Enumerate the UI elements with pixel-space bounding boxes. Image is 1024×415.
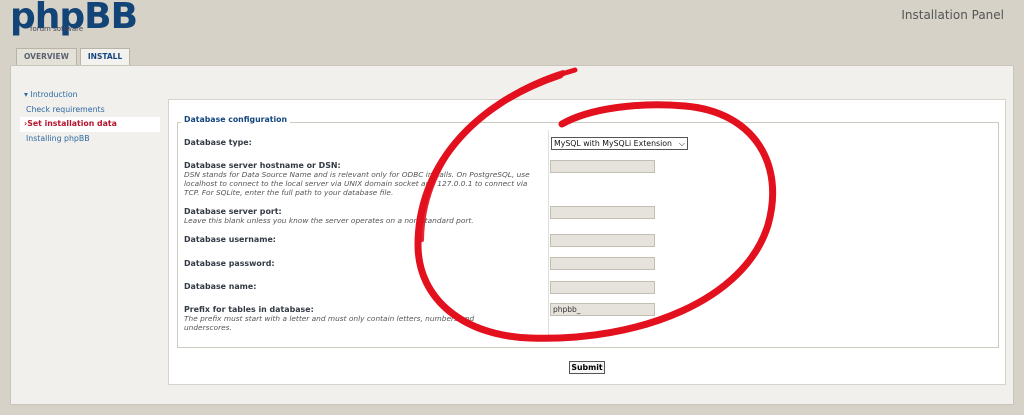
db-type-label: Database type: [184,138,252,147]
chevron-down-icon: ⌵ [678,139,685,148]
sidebar-item-check-requirements[interactable]: Check requirements [20,103,160,118]
prefix-input[interactable]: phpbb_ [550,303,655,316]
tab-install[interactable]: INSTALL [79,48,131,66]
sidebar-item-introduction[interactable]: ▾ Introduction [20,88,160,103]
sidebar-item-set-installation-data[interactable]: ›Set installation data [20,117,160,132]
prefix-label: Prefix for tables in database: [184,305,314,314]
prefix-description: The prefix must start with a letter and … [184,314,475,332]
username-input[interactable] [550,234,655,247]
hostname-input[interactable] [550,160,655,173]
panel-title: Installation Panel [901,8,1004,22]
hostname-description: DSN stands for Data Source Name and is r… [184,170,530,197]
phpbb-logo: phpBB forum software [10,0,140,40]
sidebar-item-label: Set installation data [27,119,117,128]
sidebar-item-label: Introduction [30,90,78,99]
sidebar-item-label: Installing phpBB [26,133,90,143]
db-type-value: MySQL with MySQLi Extension [554,139,672,148]
hostname-label: Database server hostname or DSN: [184,161,341,170]
password-input[interactable] [550,257,655,270]
db-type-select[interactable]: MySQL with MySQLi Extension ⌵ [551,137,688,150]
column-divider [548,130,549,342]
submit-button[interactable]: Submit [569,361,605,374]
port-label: Database server port: [184,207,282,216]
logo-subtext: forum software [30,25,84,33]
port-description: Leave this blank unless you know the ser… [184,216,474,225]
logo-text: phpBB [10,0,138,37]
dbname-input[interactable] [550,281,655,294]
tab-overview[interactable]: OVERVIEW [16,48,77,65]
sidebar-item-label: Check requirements [26,104,105,114]
dbname-label: Database name: [184,282,257,291]
sidebar-item-installing-phpbb[interactable]: Installing phpBB [20,132,160,147]
username-label: Database username: [184,235,276,244]
password-label: Database password: [184,259,275,268]
sidebar: ▾ Introduction Check requirements ›Set i… [20,88,160,146]
port-input[interactable] [550,206,655,219]
fieldset-legend: Database configuration [181,115,291,124]
tab-bar: OVERVIEW INSTALL [16,48,133,66]
